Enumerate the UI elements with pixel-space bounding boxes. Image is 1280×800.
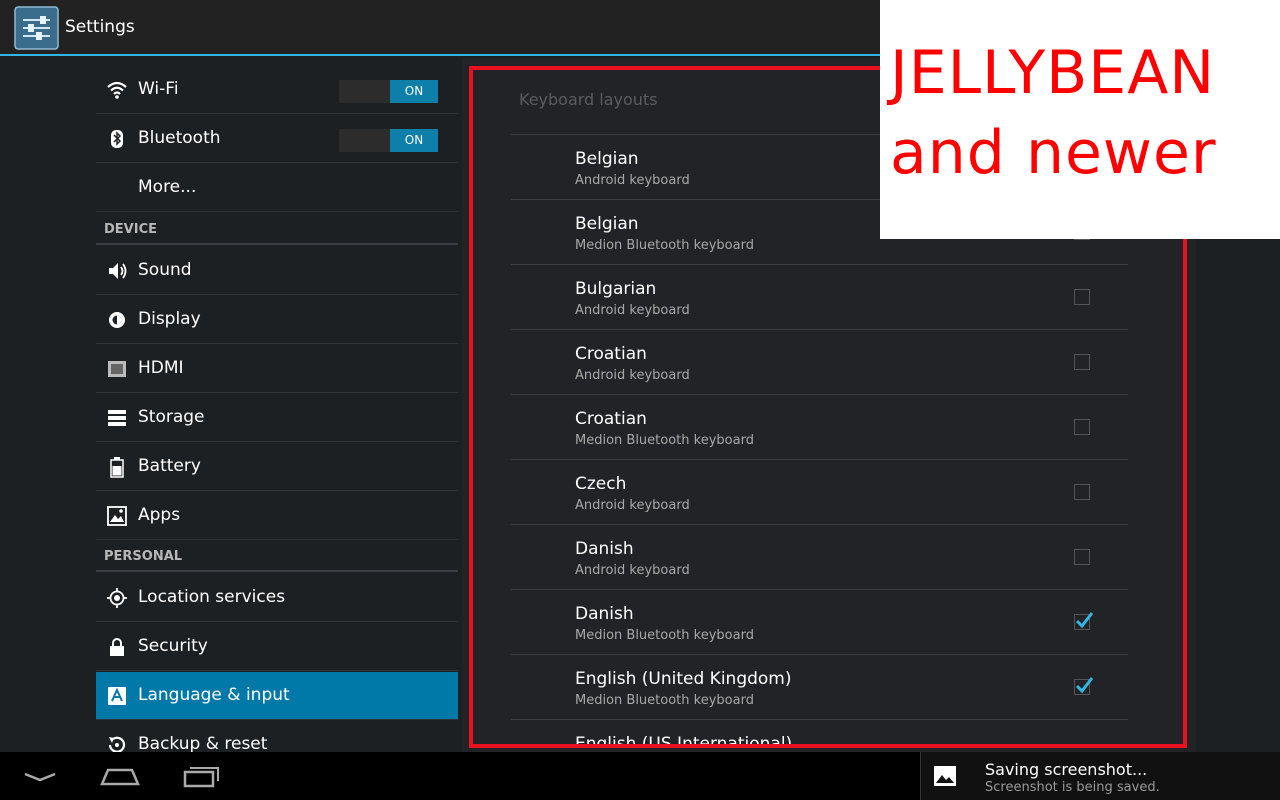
settings-item-wifi[interactable]: Wi-Fi ON	[96, 66, 458, 114]
settings-item-storage[interactable]: Storage	[96, 394, 458, 442]
wifi-icon	[107, 81, 127, 99]
settings-item-apps[interactable]: Apps	[96, 492, 458, 540]
section-divider	[96, 243, 458, 245]
location-icon	[107, 588, 127, 608]
hdmi-icon	[108, 361, 126, 377]
annotation-line-1: JELLYBEAN	[890, 38, 1216, 108]
settings-list: Wi-Fi ON Bluetooth ON More... DEVICE Sou…	[96, 58, 458, 752]
settings-item-label: Location services	[138, 587, 286, 607]
apps-icon	[107, 506, 127, 526]
settings-item-language-input[interactable]: Language & input	[96, 672, 458, 720]
settings-item-battery[interactable]: Battery	[96, 443, 458, 491]
lock-icon	[110, 638, 124, 656]
section-divider	[96, 570, 458, 572]
settings-item-label: Bluetooth	[138, 128, 221, 148]
wifi-toggle[interactable]: ON	[339, 80, 438, 103]
language-icon	[108, 687, 126, 705]
sound-icon	[109, 263, 127, 279]
settings-item-label: Apps	[138, 505, 181, 525]
settings-item-display[interactable]: Display	[96, 296, 458, 344]
settings-item-bluetooth[interactable]: Bluetooth ON	[96, 115, 458, 163]
recent-apps-button[interactable]	[170, 760, 230, 792]
settings-item-label: Storage	[138, 407, 205, 427]
section-header-personal: PERSONAL	[104, 549, 183, 564]
settings-item-label: Wi-Fi	[138, 79, 179, 99]
battery-icon	[110, 457, 124, 478]
notification-saving-screenshot[interactable]: Saving screenshot... Screenshot is being…	[920, 752, 1280, 800]
settings-item-label: Backup & reset	[138, 734, 268, 752]
bluetooth-toggle[interactable]: ON	[339, 129, 438, 152]
settings-item-label: Security	[138, 636, 208, 656]
image-icon	[934, 766, 956, 786]
settings-item-label: Battery	[138, 456, 201, 476]
backup-icon	[108, 736, 126, 752]
section-header-device: DEVICE	[104, 222, 157, 237]
bluetooth-icon	[111, 130, 123, 148]
app-title: Settings	[65, 17, 135, 37]
settings-item-location[interactable]: Location services	[96, 574, 458, 622]
settings-item-label: Sound	[138, 260, 192, 280]
annotation-line-2: and newer	[890, 118, 1217, 188]
annotation-overlay: JELLYBEAN and newer	[880, 0, 1280, 239]
toggle-on-label: ON	[390, 129, 438, 152]
notification-subtitle: Screenshot is being saved.	[985, 780, 1160, 795]
display-icon	[109, 312, 125, 328]
back-button[interactable]	[10, 760, 70, 792]
settings-item-security[interactable]: Security	[96, 623, 458, 671]
settings-item-sound[interactable]: Sound	[96, 247, 458, 295]
settings-item-hdmi[interactable]: HDMI	[96, 345, 458, 393]
settings-app-icon[interactable]	[14, 6, 59, 50]
settings-item-more[interactable]: More...	[96, 164, 458, 212]
notification-title: Saving screenshot...	[985, 760, 1148, 779]
settings-item-label: More...	[138, 177, 197, 197]
settings-item-backup[interactable]: Backup & reset	[96, 721, 458, 752]
settings-item-label: HDMI	[138, 358, 184, 378]
storage-icon	[108, 410, 126, 426]
toggle-on-label: ON	[390, 80, 438, 103]
settings-item-label: Display	[138, 309, 201, 329]
home-button[interactable]	[90, 760, 150, 792]
settings-item-label: Language & input	[138, 685, 290, 705]
